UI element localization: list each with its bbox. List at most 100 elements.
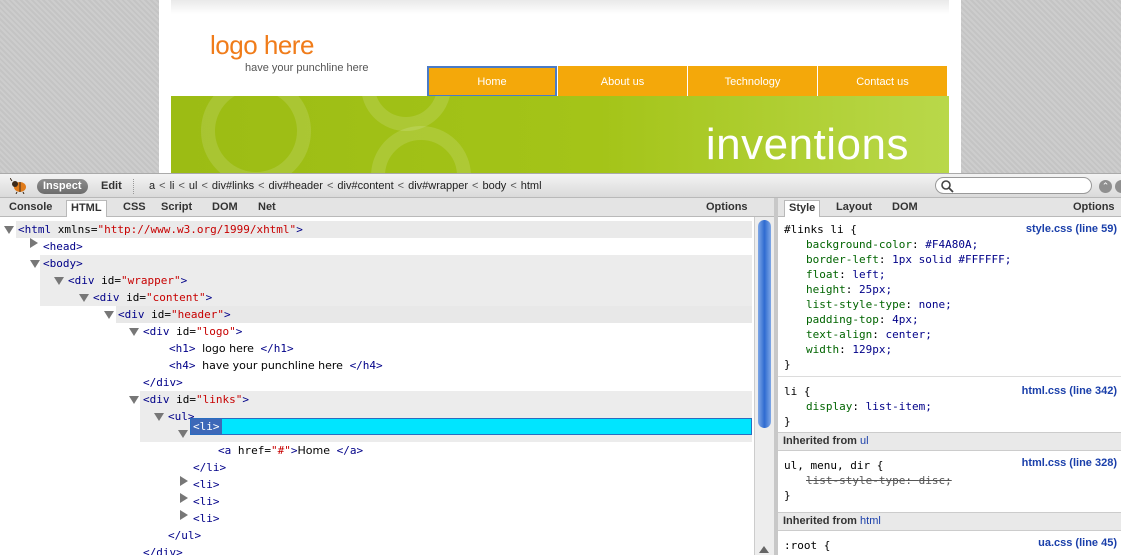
tree-node-div-content[interactable]: <div id="content">: [93, 289, 212, 306]
site-logo[interactable]: logo here: [210, 30, 314, 61]
css-selector[interactable]: #links li {: [784, 223, 857, 236]
css-property[interactable]: border-left: 1px solid #FFFFFF;: [806, 253, 1011, 266]
tree-expand-toggle[interactable]: [180, 493, 188, 503]
tree-node-html[interactable]: <html xmlns="http://www.w3.org/1999/xhtm…: [18, 221, 303, 238]
css-selector[interactable]: li {: [784, 385, 811, 398]
css-selector[interactable]: ul, menu, dir {: [784, 459, 883, 472]
tree-node-li[interactable]: <li>: [193, 493, 220, 510]
tab-dom[interactable]: DOM: [208, 200, 242, 217]
breadcrumb-item[interactable]: div#links: [212, 180, 254, 192]
tab-net[interactable]: Net: [254, 200, 280, 217]
css-property[interactable]: list-style-type: none;: [806, 298, 952, 311]
collapse-icon[interactable]: ⌃: [1099, 180, 1112, 193]
banner-ring-decoration: [201, 96, 311, 173]
breadcrumb-item[interactable]: body: [482, 180, 506, 192]
browser-viewport: logo here have your punchline here Home …: [0, 0, 1121, 173]
tab-layout[interactable]: Layout: [832, 200, 876, 217]
left-options-button[interactable]: Options: [702, 200, 752, 217]
firebug-toolbar: Inspect Edit a < li < ul < div#links < div#heade…: [0, 173, 1121, 198]
html-tree: <html xmlns="http://www.w3.org/1999/xhtm…: [0, 217, 754, 555]
css-property[interactable]: height: 25px;: [806, 283, 892, 296]
tree-expand-toggle[interactable]: [54, 277, 64, 285]
tree-expand-toggle[interactable]: [4, 226, 14, 234]
css-source-link[interactable]: html.css (line 342): [1022, 385, 1117, 397]
nav-contact[interactable]: Contact us: [817, 66, 947, 97]
search-input[interactable]: [935, 177, 1092, 194]
breadcrumb-item[interactable]: div#header: [269, 180, 323, 192]
tree-expand-toggle[interactable]: [129, 328, 139, 336]
firebug-panel: Inspect Edit a < li < ul < div#links < div#heade…: [0, 173, 1121, 555]
tree-selected-row[interactable]: [190, 418, 752, 435]
tree-node-h4[interactable]: <h4> have your punchline here </h4>: [169, 357, 383, 374]
banner-title: inventions: [705, 120, 909, 169]
tree-expand-toggle[interactable]: [79, 294, 89, 302]
tree-expand-toggle[interactable]: [180, 476, 188, 486]
style-pane: #links li { style.css (line 59) backgrou…: [778, 217, 1121, 555]
tab-script[interactable]: Script: [157, 200, 196, 217]
css-property[interactable]: background-color: #F4A80A;: [806, 238, 978, 251]
css-property[interactable]: text-align: center;: [806, 328, 932, 341]
tab-css[interactable]: CSS: [119, 200, 150, 217]
inherited-link[interactable]: ul: [860, 435, 869, 447]
tree-node-div-logo[interactable]: <div id="logo">: [143, 323, 242, 340]
css-selector[interactable]: :root {: [784, 539, 830, 552]
tree-expand-toggle[interactable]: [30, 260, 40, 268]
tree-node-div-wrapper[interactable]: <div id="wrapper">: [68, 272, 187, 289]
css-source-link[interactable]: style.css (line 59): [1026, 223, 1117, 235]
site-content: logo here have your punchline here Home …: [171, 0, 949, 173]
html-scrollbar[interactable]: [754, 217, 774, 555]
css-property[interactable]: padding-top: 4px;: [806, 313, 919, 326]
right-options-button[interactable]: Options: [1069, 200, 1119, 217]
edit-button[interactable]: Edit: [101, 179, 122, 194]
css-property[interactable]: width: 129px;: [806, 343, 892, 356]
search-icon: [941, 180, 954, 193]
breadcrumb-item[interactable]: li: [170, 180, 175, 192]
tree-node-li[interactable]: <li>: [193, 476, 220, 493]
tree-expand-toggle[interactable]: [154, 413, 164, 421]
tree-node-li-selected[interactable]: <li>: [191, 419, 222, 434]
tree-expand-toggle[interactable]: [104, 311, 114, 319]
toolbar-separator: [133, 179, 136, 194]
css-property-overridden[interactable]: list-style-type: disc;: [806, 474, 952, 487]
breadcrumb-item[interactable]: a: [149, 180, 155, 192]
inherited-link[interactable]: html: [860, 515, 881, 527]
scrollbar-thumb[interactable]: [758, 220, 771, 428]
tree-expand-toggle[interactable]: [129, 396, 139, 404]
firebug-bug-icon[interactable]: [10, 178, 28, 194]
tree-expand-toggle[interactable]: [30, 238, 38, 248]
css-rule-close: }: [784, 358, 791, 371]
breadcrumb-item[interactable]: div#content: [337, 180, 393, 192]
css-rule-close: }: [784, 489, 791, 502]
scroll-up-arrow[interactable]: [759, 546, 769, 553]
nav-home[interactable]: Home: [427, 66, 557, 97]
inspect-button[interactable]: Inspect: [37, 179, 88, 194]
close-icon[interactable]: [1115, 180, 1121, 193]
tree-node-h1[interactable]: <h1> logo here </h1>: [169, 340, 294, 357]
breadcrumb-item[interactable]: ul: [189, 180, 198, 192]
inherited-header-ul: Inherited from ul: [778, 432, 1121, 451]
breadcrumb-item[interactable]: div#wrapper: [408, 180, 468, 192]
tab-html[interactable]: HTML: [66, 200, 107, 217]
tree-node-head[interactable]: <head>: [43, 238, 83, 255]
tree-node-li[interactable]: <li>: [193, 510, 220, 527]
tree-expand-toggle[interactable]: [178, 430, 188, 438]
breadcrumb-item[interactable]: html: [521, 180, 542, 192]
css-property[interactable]: display: list-item;: [806, 400, 932, 413]
tab-console[interactable]: Console: [5, 200, 56, 217]
rule-divider: [778, 376, 1121, 377]
nav-about[interactable]: About us: [557, 66, 687, 97]
css-source-link[interactable]: html.css (line 328): [1022, 457, 1117, 469]
css-source-link[interactable]: ua.css (line 45): [1038, 537, 1117, 549]
tab-dom-right[interactable]: DOM: [888, 200, 922, 217]
breadcrumb: a < li < ul < div#links < div#header < div#content…: [149, 180, 542, 192]
site-wrapper: logo here have your punchline here Home …: [159, 0, 961, 173]
tab-style[interactable]: Style: [784, 200, 821, 217]
nav-technology[interactable]: Technology: [687, 66, 817, 97]
tree-node-a[interactable]: <a href="#">Home </a>: [218, 442, 363, 459]
tree-node-div-links[interactable]: <div id="links">: [143, 391, 249, 408]
tree-node-body[interactable]: <body>: [43, 255, 83, 272]
css-rule-close: }: [784, 415, 791, 428]
tree-expand-toggle[interactable]: [180, 510, 188, 520]
css-property[interactable]: float: left;: [806, 268, 886, 281]
tree-node-div-header[interactable]: <div id="header">: [118, 306, 231, 323]
